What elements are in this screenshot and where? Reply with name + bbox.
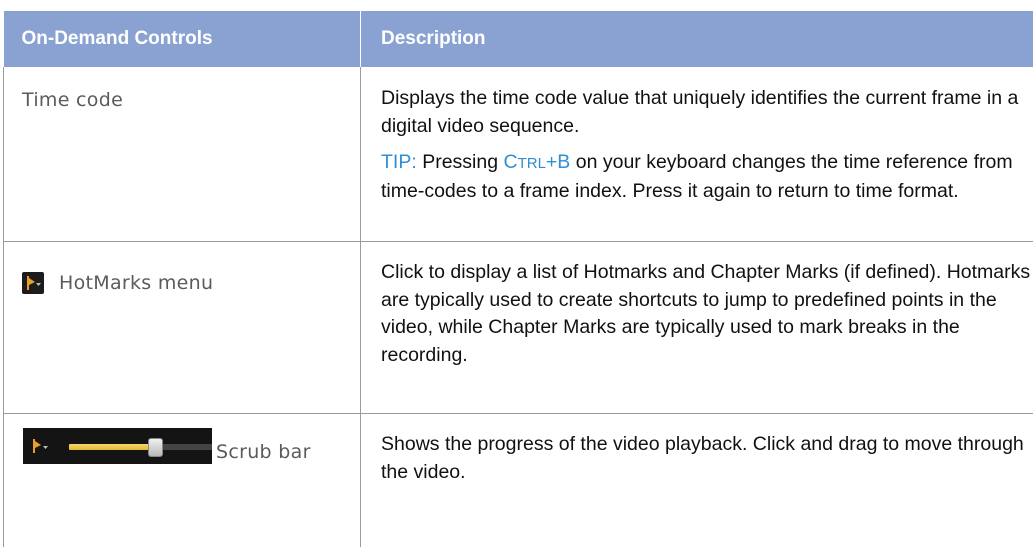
controls-table: On-Demand Controls Description Time code… — [3, 11, 1033, 547]
description-cell: Shows the progress of the video playback… — [361, 414, 1033, 548]
description-text: Displays the time code value that unique… — [381, 87, 1019, 137]
kbd-small-caps: TRL — [517, 155, 546, 172]
control-name-time-code: Time code — [22, 89, 124, 111]
scrub-thumb — [148, 438, 163, 457]
tip-paragraph: TIP: Pressing CTRL+B on your keyboard ch… — [381, 149, 1033, 205]
tip-label: TIP: — [381, 151, 417, 173]
scrub-track-remaining — [155, 444, 212, 450]
description-cell: Click to display a list of Hotmarks and … — [360, 241, 1033, 414]
description-text: Click to display a list of Hotmarks and … — [381, 261, 1031, 366]
table-row: HotMarks menu Click to display a list of… — [3, 241, 1033, 414]
description-text: Shows the progress of the video playback… — [381, 433, 1024, 483]
control-cell: HotMarks menu — [3, 241, 361, 414]
keyboard-shortcut: CTRL+B — [503, 151, 570, 173]
column-header-description: Description — [360, 11, 1033, 67]
column-header-controls: On-Demand Controls — [3, 11, 361, 67]
control-cell: Scrub bar — [3, 413, 361, 547]
control-name-hotmarks-menu: HotMarks menu — [59, 272, 214, 294]
control-name-scrub-bar: Scrub bar — [216, 441, 311, 463]
control-cell: Time code — [3, 67, 361, 242]
scrub-progress-fill — [69, 444, 155, 450]
description-cell: Displays the time code value that unique… — [360, 67, 1033, 242]
table-row: Scrub bar Shows the progress of the vide… — [3, 413, 1033, 548]
table-row: Time code Displays the time code value t… — [3, 67, 1033, 242]
kbd-rest: +B — [545, 151, 571, 173]
scrub-bar-icon — [23, 428, 212, 464]
table-header-row: On-Demand Controls Description — [3, 11, 1033, 67]
kbd-first: C — [503, 151, 518, 173]
hotmarks-icon — [22, 272, 44, 294]
tip-text-before: Pressing — [422, 151, 499, 173]
